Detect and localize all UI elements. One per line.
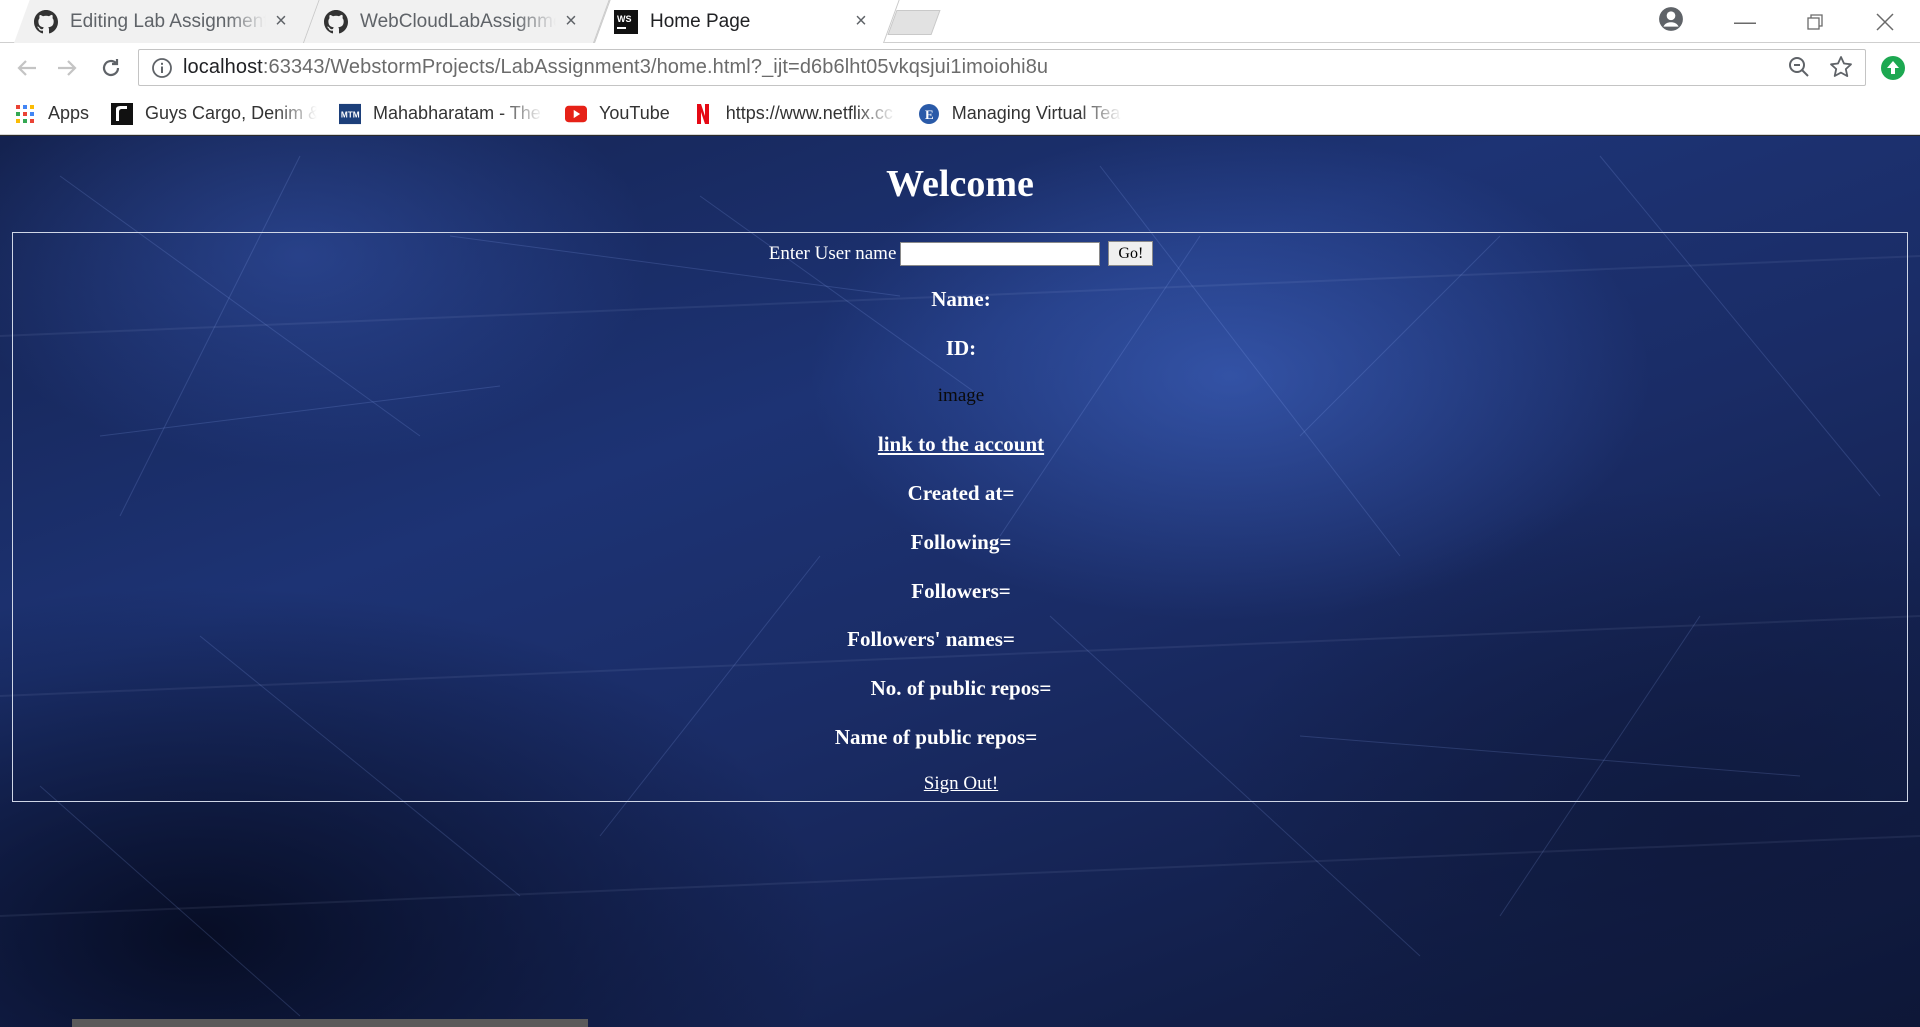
bookmark-label: https://www.netflix.cc: [725, 103, 893, 123]
user-info-panel: Enter User name Go! Name: ID: image link…: [12, 232, 1908, 802]
welcome-heading: Welcome: [886, 163, 1034, 205]
close-tab-icon[interactable]: ×: [562, 10, 580, 33]
bookmark-label: Guys Cargo, Denim &: [145, 103, 318, 123]
signout-row: Sign Out!: [13, 773, 1909, 795]
page-viewport: Welcome Enter User name Go! Name: ID: im…: [0, 136, 1920, 1027]
bookmark-guys-cargo[interactable]: Guys Cargo, Denim &: [111, 102, 318, 125]
username-input[interactable]: [900, 241, 1101, 266]
url-text: localhost:63343/WebstormProjects/LabAssi…: [183, 56, 1048, 79]
bookmark-youtube[interactable]: YouTube: [565, 103, 670, 125]
bookmark-label: YouTube: [599, 103, 670, 123]
tab-editing-lab-assignment[interactable]: Editing Lab Assignment 3 ×: [14, 0, 320, 43]
bookmark-label: Managing Virtual Tea: [951, 103, 1121, 123]
svg-text:WS: WS: [617, 14, 632, 24]
bookmark-managing-virtual-teams[interactable]: E Managing Virtual Tea: [918, 103, 1122, 125]
bookmark-label: Apps: [48, 103, 90, 123]
close-tab-icon[interactable]: ×: [272, 10, 290, 33]
github-icon: [324, 9, 348, 33]
url-host: localhost: [183, 56, 263, 78]
tab-strip: Editing Lab Assignment 3 × WebCloudLabAs…: [0, 0, 1920, 43]
tab-home-page[interactable]: WS Home Page ×: [594, 0, 900, 43]
svg-text:MTM: MTM: [341, 110, 360, 119]
go-button[interactable]: Go!: [1108, 241, 1154, 266]
tab-title: WebCloudLabAssignment: [360, 10, 556, 32]
guys-cargo-icon: [111, 102, 134, 125]
zoom-icon[interactable]: [1787, 55, 1811, 79]
avatar-image-placeholder: image: [937, 385, 985, 406]
url-path: :63343/WebstormProjects/LabAssignment3/h…: [262, 56, 1049, 78]
address-bar[interactable]: localhost:63343/WebstormProjects/LabAssi…: [138, 49, 1866, 86]
name-field: Name:: [931, 287, 991, 311]
mahabharatam-icon: MTM: [339, 103, 362, 125]
tab-webcloud-lab-assignment[interactable]: WebCloudLabAssignment ×: [304, 0, 610, 43]
back-arrow-icon[interactable]: [12, 53, 42, 83]
public-repos-count-field: No. of public repos=: [870, 676, 1052, 700]
account-link[interactable]: link to the account: [878, 432, 1044, 456]
netflix-icon: [692, 103, 714, 125]
bookmarks-bar: Apps Guys Cargo, Denim & MTM Mahabharata…: [0, 93, 1920, 135]
bookmark-mahabharatam[interactable]: MTM Mahabharatam - The: [339, 103, 543, 125]
github-icon: [34, 9, 58, 33]
account-link-row: link to the account: [13, 432, 1909, 457]
username-row: Enter User name Go!: [13, 241, 1909, 266]
id-field: ID:: [945, 336, 977, 360]
followers-field: Followers=: [911, 579, 1011, 603]
svg-text:E: E: [925, 107, 934, 122]
following-field: Following=: [910, 530, 1012, 554]
minimize-icon[interactable]: —: [1710, 0, 1780, 43]
update-arrow-icon[interactable]: [1880, 55, 1906, 81]
youtube-icon: [565, 103, 588, 125]
bookmark-netflix[interactable]: https://www.netflix.cc: [692, 103, 896, 125]
restore-icon[interactable]: [1780, 0, 1850, 43]
follower-names-field: Followers' names=: [847, 627, 1015, 651]
public-repos-names-field: Name of public repos=: [834, 725, 1038, 749]
bookmark-star-icon[interactable]: [1829, 55, 1853, 79]
tab-title: Home Page: [650, 10, 751, 32]
browser-toolbar: localhost:63343/WebstormProjects/LabAssi…: [0, 43, 1920, 93]
apps-grid-icon: [14, 103, 36, 125]
sign-out-link[interactable]: Sign Out!: [924, 773, 998, 794]
horizontal-scrollbar[interactable]: [72, 1019, 588, 1027]
tab-title: Editing Lab Assignment 3: [70, 10, 266, 32]
close-tab-icon[interactable]: ×: [852, 10, 870, 33]
bookmark-apps[interactable]: Apps: [14, 103, 89, 125]
info-icon[interactable]: [151, 57, 173, 79]
created-at-field: Created at=: [907, 481, 1015, 505]
forward-arrow-icon[interactable]: [52, 53, 82, 83]
profile-icon[interactable]: [1658, 6, 1684, 32]
edx-icon: E: [918, 103, 940, 125]
bookmark-label: Mahabharatam - The: [373, 103, 541, 123]
username-label: Enter User name: [768, 242, 897, 264]
reload-icon[interactable]: [96, 53, 126, 83]
webstorm-icon: WS: [614, 9, 638, 34]
new-tab-button[interactable]: [887, 10, 941, 35]
close-window-icon[interactable]: [1850, 0, 1920, 43]
